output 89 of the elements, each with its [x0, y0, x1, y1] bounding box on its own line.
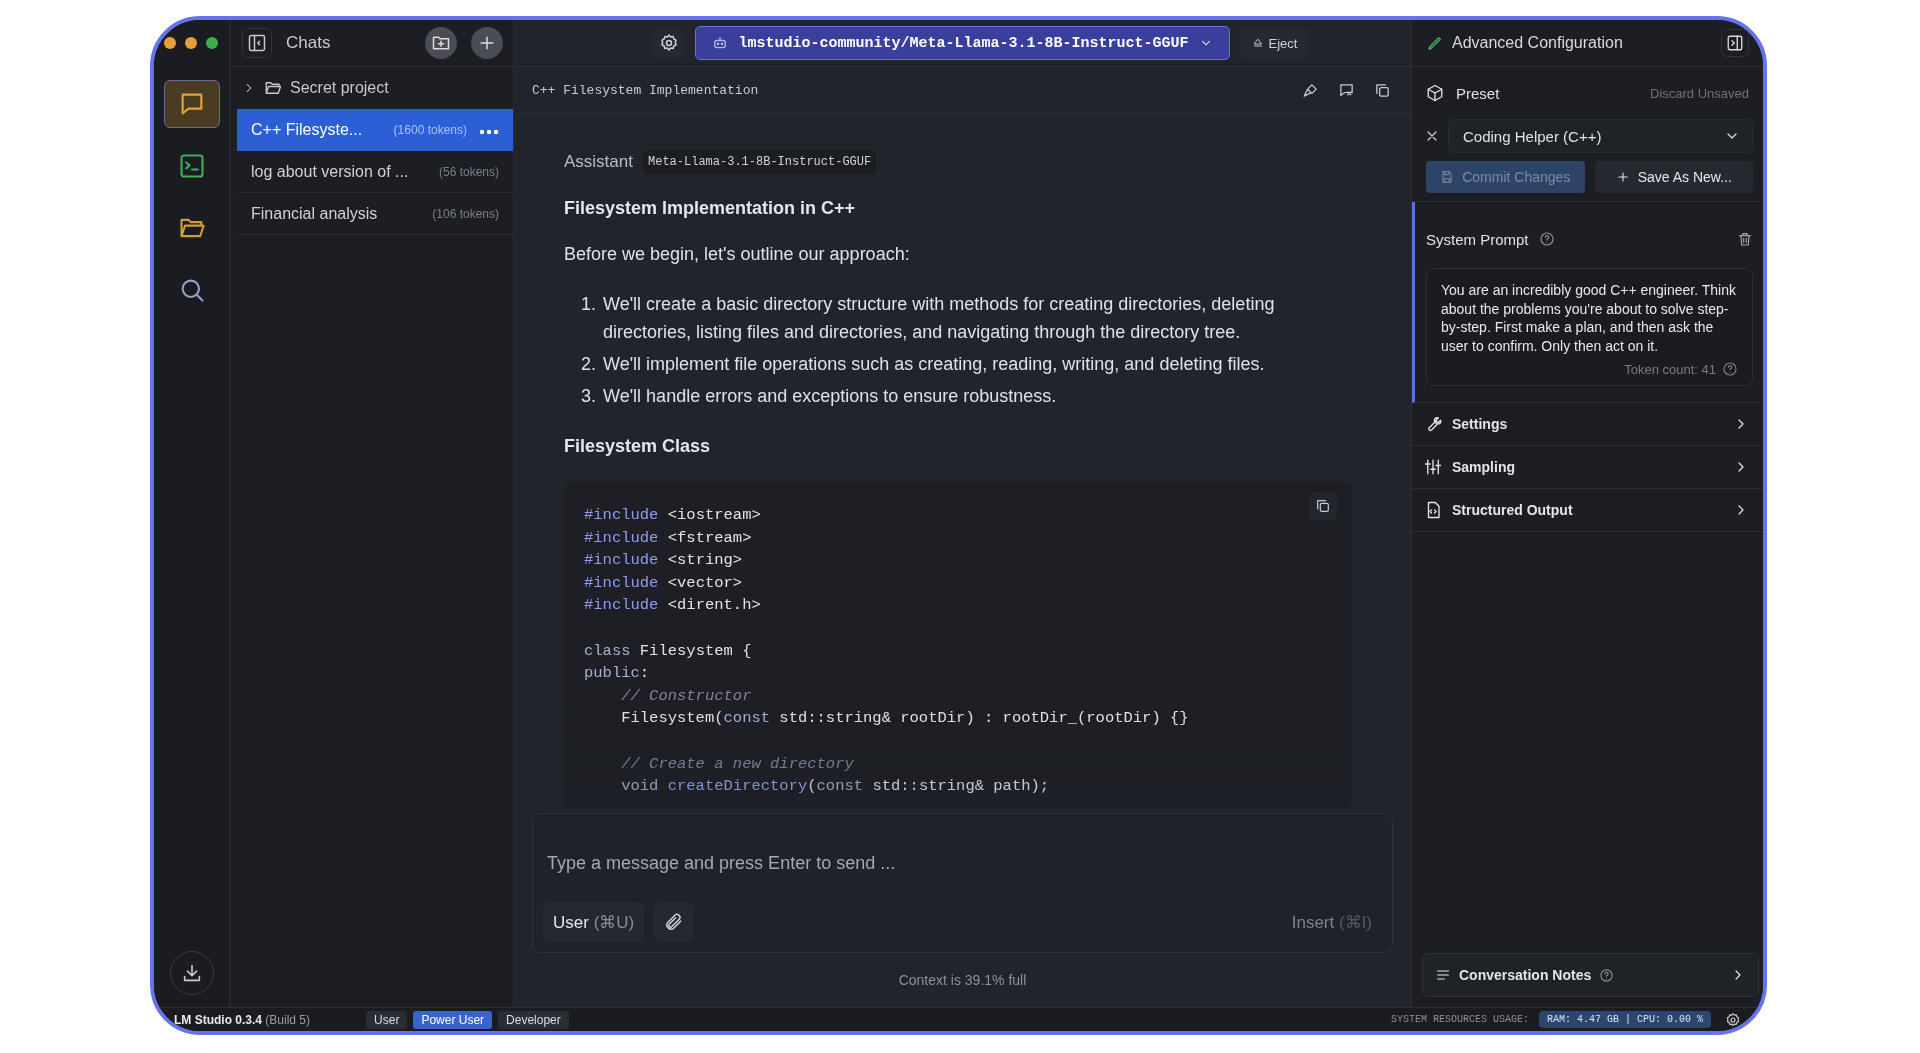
settings-icon: [1725, 1011, 1741, 1028]
chat-tab[interactable]: [163, 80, 220, 128]
section-label: Preset: [1456, 84, 1501, 102]
window-control[interactable]: [185, 37, 197, 49]
pencil-icon: [1426, 34, 1444, 52]
settings-button[interactable]: [1725, 1011, 1741, 1028]
delete-button[interactable]: [1737, 231, 1753, 247]
trash-icon: [1737, 231, 1753, 247]
help-icon: [1722, 361, 1738, 377]
system-prompt-field[interactable]: You are an incredibly good C++ engineer. Think about the problems you're about to solve step-by-step. First make a plan, and then ask the user to confirm. Only then act on it. Token count: 41: [1426, 268, 1753, 386]
list-item: We'll implement file operations such as creating, reading, writing, and deleting files.: [603, 353, 1265, 376]
more-icon: [479, 128, 499, 135]
role-button[interactable]: User (⌘U): [543, 902, 645, 942]
code-line: #include <dirent.h>: [584, 595, 761, 617]
section-row[interactable]: Structured Output: [1412, 489, 1763, 532]
window-control[interactable]: [164, 37, 176, 49]
notes-icon: [1435, 967, 1451, 983]
eject-button[interactable]: Eject: [1239, 27, 1310, 59]
folder-icon: [264, 79, 282, 97]
copy-icon: [1373, 81, 1391, 99]
chat-item[interactable]: log about version of ... (56 tokens): [237, 151, 513, 193]
code-line: #include <string>: [584, 550, 743, 572]
code-line: // Constructor: [620, 685, 752, 707]
help-icon: [1538, 231, 1555, 247]
eject-icon: [1251, 37, 1264, 49]
preset-dropdown[interactable]: Coding Helper (C++): [1448, 119, 1753, 153]
code-line: void createDirectory(const std::string& path);: [620, 776, 1050, 798]
token-count: Token count: 41: [1624, 361, 1716, 377]
section-row[interactable]: Settings: [1412, 403, 1763, 446]
plus-icon: [1615, 170, 1630, 184]
sidebar-icon: [247, 33, 267, 53]
model-tag: Meta-Llama-3.1-8B-Instruct-GGUF: [643, 150, 877, 174]
context-usage: Context is 39.1% full: [898, 972, 1027, 988]
code-line: #include <vector>: [584, 572, 743, 594]
panel-title: Chats: [286, 33, 332, 53]
copy-button[interactable]: [1309, 492, 1337, 520]
message-text: Before we begin, let's outline our approach:: [564, 244, 910, 264]
resources-label: SYSTEM RESOURCES USAGE:: [1390, 1014, 1529, 1025]
sliders-icon: [1424, 458, 1442, 476]
list-item: We'll create a basic directory structure with methods for creating directories, deleting directories, listing files and directories, and navigating through the directory tree.: [603, 293, 1276, 344]
message-heading: Filesystem Class: [564, 436, 711, 456]
code-line: public:: [584, 663, 650, 685]
code-line: Filesystem(const std::string& rootDir) : rootDir_(rootDir) {}: [620, 708, 1189, 730]
section-label: System Prompt: [1426, 230, 1529, 248]
mode-tab[interactable]: Developer: [498, 1010, 569, 1029]
settings-icon: [659, 33, 680, 53]
list-item: We'll handle errors and exceptions to ensure robustness.: [603, 385, 1057, 408]
list-number: 1.: [581, 293, 597, 316]
copy-icon: [1315, 498, 1331, 514]
conversation-notes-button[interactable]: Conversation Notes: [1422, 953, 1759, 997]
save-as-button[interactable]: Save As New...: [1594, 161, 1753, 193]
chat-item[interactable]: Financial analysis (106 tokens): [237, 193, 513, 235]
message-composer[interactable]: Type a message and press Enter to send ... User (⌘U) Insert (⌘I): [532, 813, 1393, 953]
discard-button[interactable]: Discard Unsaved: [1650, 85, 1749, 101]
mode-tab[interactable]: Power User: [413, 1010, 493, 1029]
message-x-icon: [1337, 81, 1355, 99]
insert-button[interactable]: Insert (⌘I): [1281, 902, 1382, 942]
folder-item[interactable]: Secret project: [230, 67, 513, 109]
settings-button[interactable]: [653, 27, 686, 59]
code-line: class Filesystem {: [584, 640, 752, 662]
new-folder-button[interactable]: [425, 27, 457, 59]
list-number: 3.: [581, 385, 597, 408]
chat-item[interactable]: C++ Filesyste... (1600 tokens): [237, 109, 513, 151]
attach-button[interactable]: [654, 902, 695, 942]
model-selector[interactable]: lmstudio-community/Meta-Llama-3.1-8B-Instruct-GGUF: [695, 26, 1230, 60]
cube-icon: [1426, 84, 1444, 102]
code-line: #include <iostream>: [584, 505, 761, 526]
save-icon: [1440, 170, 1455, 184]
terminal-icon: [177, 152, 206, 180]
sidebar-icon: [1726, 34, 1744, 52]
code-line: // Create a new directory: [620, 753, 854, 775]
list-number: 2.: [581, 353, 597, 376]
help-icon: [1599, 967, 1615, 983]
brush-icon: [1301, 81, 1319, 99]
window-control[interactable]: [206, 37, 218, 49]
panel-title: Advanced Configuration: [1452, 34, 1624, 52]
code-line: #include <fstream>: [584, 527, 752, 549]
section-row[interactable]: Sampling: [1412, 446, 1763, 489]
panel-toggle-button[interactable]: [1721, 29, 1749, 57]
robot-icon: [712, 35, 729, 51]
sidebar-toggle-button[interactable]: [242, 28, 272, 58]
new-chat-button[interactable]: [471, 27, 503, 59]
message-heading: Filesystem Implementation in C++: [564, 198, 856, 218]
chat-title: C++ Filesystem Implementation: [532, 82, 760, 98]
mode-tab[interactable]: User: [366, 1010, 408, 1029]
message-role: Assistant: [564, 152, 633, 172]
folder-plus-icon: [431, 33, 451, 53]
resources-badge: RAM: 4.47 GB | CPU: 0.00 %: [1538, 1011, 1711, 1028]
version-label: LM Studio 0.3.4 (Build 5): [174, 1012, 311, 1027]
